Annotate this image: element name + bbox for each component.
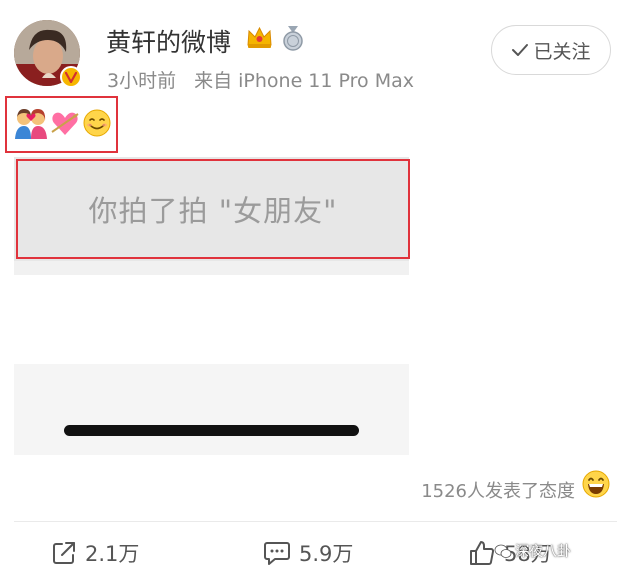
heart-with-arrow-emoji	[51, 112, 79, 135]
follow-label: 已关注	[533, 40, 591, 63]
post-image-strip	[14, 261, 409, 275]
post-content-emojis	[14, 107, 112, 139]
grinning-face-emoji[interactable]	[581, 469, 611, 503]
post-source: 来自 iPhone 11 Pro Max	[194, 70, 414, 92]
couple-with-heart-emoji	[15, 109, 47, 139]
medal-icon	[281, 25, 305, 56]
watermark-text: 深夜八卦	[515, 544, 571, 560]
post-image-bottom[interactable]	[14, 364, 409, 455]
pat-highlight-box	[16, 159, 410, 259]
crown-icon	[246, 25, 273, 54]
post-meta: 3小时前 来自 iPhone 11 Pro Max	[107, 66, 414, 93]
follow-button[interactable]: 已关注	[491, 25, 611, 75]
username[interactable]: 黄轩的微博	[106, 23, 231, 59]
home-indicator-bar	[64, 425, 359, 436]
wechat-logo-icon	[494, 544, 512, 558]
comment-button[interactable]: 5.9万	[263, 538, 353, 568]
divider	[14, 521, 617, 522]
verified-badge-icon	[60, 66, 82, 88]
thumbs-up-icon	[470, 541, 495, 565]
smiling-face-emoji	[83, 109, 111, 137]
checkmark-icon	[512, 44, 529, 56]
repost-button[interactable]: 2.1万	[51, 538, 139, 568]
post-time: 3小时前	[107, 70, 177, 92]
comment-count: 5.9万	[299, 542, 354, 566]
repost-count: 2.1万	[85, 542, 140, 566]
comment-icon	[264, 542, 290, 565]
watermark: 深夜八卦	[494, 541, 571, 561]
share-icon	[53, 542, 75, 564]
reactions-summary[interactable]: 1526人发表了态度	[421, 477, 575, 503]
